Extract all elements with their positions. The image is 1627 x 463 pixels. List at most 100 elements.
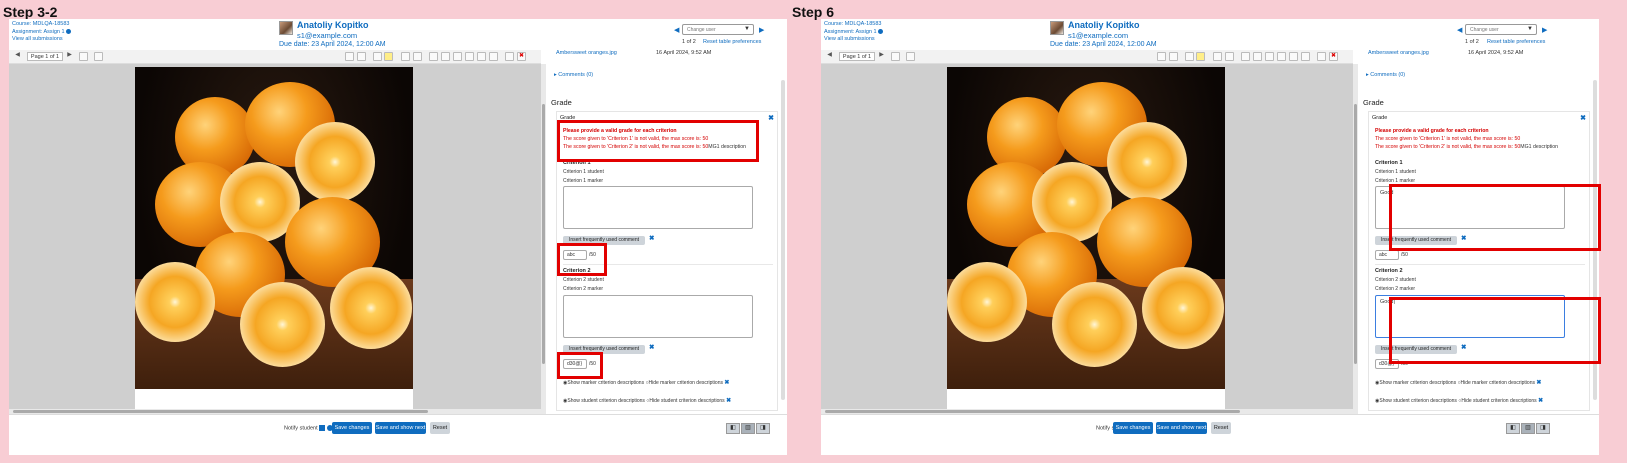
user-name-link[interactable]: Anatoliy Kopitko — [297, 20, 369, 30]
search-comments-icon[interactable] — [891, 52, 900, 61]
change-user-select[interactable]: Change user ▼ — [682, 24, 754, 35]
submission-file-link[interactable]: Ambersweet oranges.jpg — [556, 50, 617, 56]
layout-collapse-review-icon[interactable]: ◨ — [756, 423, 770, 434]
comment-icon[interactable] — [373, 52, 382, 61]
previous-user-icon[interactable]: ◀ — [1457, 26, 1462, 34]
comments-toggle[interactable]: ▸ Comments (0) — [1366, 72, 1405, 78]
next-user-icon[interactable]: ▶ — [1542, 26, 1547, 34]
assignment-link[interactable]: Assignment: Assign 1 — [824, 29, 877, 35]
expand-icon[interactable] — [906, 52, 915, 61]
expand-icon[interactable] — [94, 52, 103, 61]
criterion-2-marker-textarea[interactable] — [563, 295, 753, 338]
save-and-show-next-button[interactable]: Save and show next — [375, 422, 426, 434]
info-icon[interactable] — [878, 28, 884, 34]
comment-icon[interactable] — [1185, 52, 1194, 61]
reset-table-preferences-link[interactable]: Reset table preferences — [703, 39, 761, 45]
change-user-select[interactable]: Change user ▼ — [1465, 24, 1537, 35]
rectangle-icon[interactable] — [1265, 52, 1274, 61]
line-icon[interactable] — [441, 52, 450, 61]
view-all-submissions-link[interactable]: View all submissions — [12, 36, 71, 44]
info-icon[interactable] — [66, 28, 72, 34]
student-description-toggle[interactable]: ◉Show student criterion descriptions ○Hi… — [1375, 397, 1543, 404]
save-changes-button[interactable]: Save changes — [332, 422, 372, 434]
clear-icon[interactable]: ✖ — [1536, 380, 1541, 386]
course-link[interactable]: Course: MDLQA-18583 — [12, 21, 71, 29]
insert-frequent-comment-button[interactable]: Insert frequently used comment — [1375, 345, 1457, 354]
layout-default-icon[interactable]: ▥ — [741, 423, 755, 434]
notify-student[interactable]: Notify student — [284, 425, 333, 431]
clear-icon[interactable]: ✖ — [1461, 343, 1466, 351]
search-comments-icon[interactable] — [79, 52, 88, 61]
rotate-left-icon[interactable] — [1157, 52, 1166, 61]
collapse-icon[interactable]: ✖ — [768, 114, 774, 122]
select-icon[interactable] — [1225, 52, 1234, 61]
highlight-icon[interactable] — [477, 52, 486, 61]
scroll-thumb[interactable] — [1354, 104, 1357, 364]
clear-icon[interactable]: ✖ — [1538, 398, 1543, 404]
layout-collapse-grade-icon[interactable]: ◧ — [1506, 423, 1520, 434]
grade-panel-scrollbar[interactable] — [1593, 80, 1597, 400]
layout-collapse-grade-icon[interactable]: ◧ — [726, 423, 740, 434]
rotate-right-icon[interactable] — [1169, 52, 1178, 61]
next-page-icon[interactable]: ▶ — [65, 52, 74, 61]
save-changes-button[interactable]: Save changes — [1113, 422, 1153, 434]
reset-table-preferences-link[interactable]: Reset table preferences — [1487, 39, 1545, 45]
grade-panel-scrollbar[interactable] — [781, 80, 785, 400]
stamp-icon[interactable] — [1317, 52, 1326, 61]
pen-icon[interactable] — [1241, 52, 1250, 61]
criterion-1-score-input[interactable]: abc — [1375, 250, 1399, 260]
clear-icon[interactable]: ✖ — [649, 343, 654, 351]
document-viewer[interactable] — [9, 64, 541, 412]
checkbox-icon[interactable] — [319, 425, 326, 431]
save-and-show-next-button[interactable]: Save and show next — [1156, 422, 1207, 434]
scroll-thumb[interactable] — [13, 410, 428, 413]
clear-icon[interactable]: ✖ — [726, 398, 731, 404]
rotate-right-icon[interactable] — [357, 52, 366, 61]
layout-collapse-review-icon[interactable]: ◨ — [1536, 423, 1550, 434]
pan-icon[interactable] — [401, 52, 410, 61]
view-all-submissions-link[interactable]: View all submissions — [824, 36, 883, 44]
line-icon[interactable] — [1253, 52, 1262, 61]
pan-icon[interactable] — [1213, 52, 1222, 61]
scroll-thumb[interactable] — [542, 104, 545, 364]
marker-description-toggle[interactable]: ◉Show marker criterion descriptions ○Hid… — [1375, 379, 1541, 386]
next-user-icon[interactable]: ▶ — [759, 26, 764, 34]
criterion-2-score-input[interactable]: d30@} — [563, 359, 587, 369]
reset-button[interactable]: Reset — [1211, 422, 1231, 434]
student-description-toggle[interactable]: ◉Show student criterion descriptions ○Hi… — [563, 397, 731, 404]
criterion-1-marker-textarea[interactable] — [563, 186, 753, 229]
insert-frequent-comment-button[interactable]: Insert frequently used comment — [563, 236, 645, 245]
reset-button[interactable]: Reset — [430, 422, 450, 434]
color-swatch-icon[interactable] — [1196, 52, 1205, 61]
highlight-icon[interactable] — [1289, 52, 1298, 61]
assignment-link[interactable]: Assignment: Assign 1 — [12, 29, 65, 35]
close-icon[interactable]: ✖ — [1329, 52, 1338, 61]
prev-page-icon[interactable]: ◀ — [13, 52, 22, 61]
oval-icon[interactable] — [1277, 52, 1286, 61]
red-color-icon[interactable] — [1301, 52, 1310, 61]
close-icon[interactable]: ✖ — [517, 52, 526, 61]
insert-frequent-comment-button[interactable]: Insert frequently used comment — [1375, 236, 1457, 245]
page-select[interactable]: Page 1 of 1 — [27, 52, 63, 61]
page-select[interactable]: Page 1 of 1 — [839, 52, 875, 61]
oval-icon[interactable] — [465, 52, 474, 61]
layout-default-icon[interactable]: ▥ — [1521, 423, 1535, 434]
collapse-icon[interactable]: ✖ — [1580, 114, 1586, 122]
stamp-icon[interactable] — [505, 52, 514, 61]
criterion-2-marker-textarea[interactable]: Good| — [1375, 295, 1565, 338]
insert-frequent-comment-button[interactable]: Insert frequently used comment — [563, 345, 645, 354]
scroll-thumb[interactable] — [825, 410, 1240, 413]
select-icon[interactable] — [413, 52, 422, 61]
rectangle-icon[interactable] — [453, 52, 462, 61]
criterion-1-marker-textarea[interactable]: Good — [1375, 186, 1565, 229]
rotate-left-icon[interactable] — [345, 52, 354, 61]
clear-icon[interactable]: ✖ — [724, 380, 729, 386]
color-swatch-icon[interactable] — [384, 52, 393, 61]
prev-page-icon[interactable]: ◀ — [825, 52, 834, 61]
pen-icon[interactable] — [429, 52, 438, 61]
next-page-icon[interactable]: ▶ — [877, 52, 886, 61]
document-viewer[interactable] — [821, 64, 1353, 412]
submission-file-link[interactable]: Ambersweet oranges.jpg — [1368, 50, 1429, 56]
criterion-1-score-input[interactable]: abc — [563, 250, 587, 260]
comments-toggle[interactable]: ▸ Comments (0) — [554, 72, 593, 78]
